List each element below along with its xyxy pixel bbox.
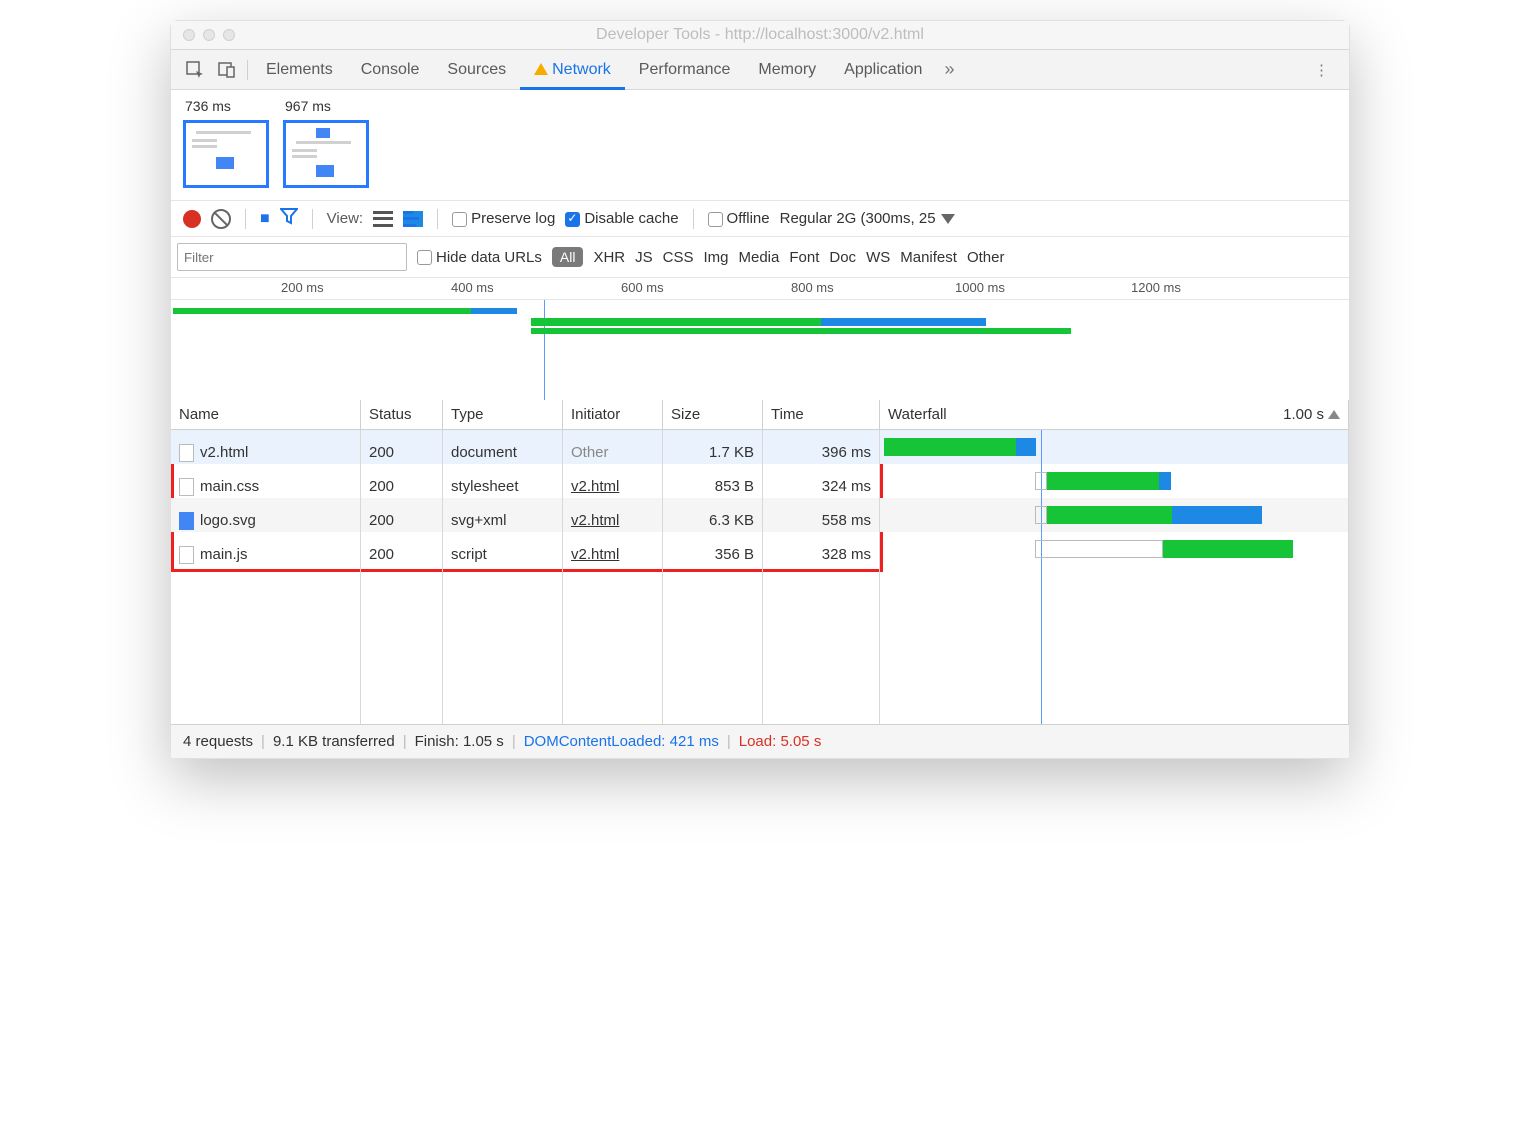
- filmstrip-thumbnail: [283, 120, 369, 188]
- document-icon: [179, 478, 194, 496]
- inspect-element-icon[interactable]: [183, 58, 207, 82]
- overview-bar: [821, 318, 986, 326]
- initiator-link[interactable]: v2.html: [571, 546, 619, 563]
- initiator-link[interactable]: v2.html: [571, 478, 619, 495]
- column-time[interactable]: Time: [763, 400, 880, 429]
- overview-bar: [791, 328, 1071, 334]
- filter-type-all[interactable]: All: [552, 247, 584, 267]
- preserve-log-checkbox[interactable]: Preserve log: [452, 210, 555, 227]
- column-type[interactable]: Type: [443, 400, 563, 429]
- document-icon: [179, 444, 194, 462]
- column-name[interactable]: Name: [171, 400, 361, 429]
- filmstrip-frame[interactable]: 967 ms: [283, 98, 369, 188]
- table-header: Name Status Type Initiator Size Time Wat…: [171, 400, 1349, 430]
- filter-type-xhr[interactable]: XHR: [593, 249, 625, 266]
- waterfall-cell: [880, 498, 1349, 532]
- throttling-select[interactable]: Regular 2G (300ms, 25: [780, 210, 955, 227]
- initiator-link[interactable]: v2.html: [571, 512, 619, 529]
- filmstrip-timestamp: 967 ms: [283, 98, 369, 114]
- table-body: v2.html 200 document Other 1.7 KB 396 ms…: [171, 430, 1349, 724]
- sort-asc-icon: [1328, 410, 1340, 419]
- overview-bar: [531, 328, 791, 334]
- tab-memory[interactable]: Memory: [744, 50, 830, 90]
- tab-console[interactable]: Console: [347, 50, 434, 90]
- waterfall-cell: [880, 532, 1349, 566]
- waterfall-cell: [880, 430, 1349, 464]
- status-transferred: 9.1 KB transferred: [273, 733, 395, 750]
- filter-type-doc[interactable]: Doc: [829, 249, 856, 266]
- tab-elements[interactable]: Elements: [252, 50, 347, 90]
- table-row[interactable]: v2.html 200 document Other 1.7 KB 396 ms: [171, 430, 1349, 464]
- filter-toggle-icon[interactable]: [280, 207, 298, 230]
- status-finish: Finish: 1.05 s: [415, 733, 504, 750]
- filter-type-media[interactable]: Media: [739, 249, 780, 266]
- clear-button[interactable]: [211, 209, 231, 229]
- filter-type-other[interactable]: Other: [967, 249, 1005, 266]
- filmstrip-frame[interactable]: 736 ms: [183, 98, 269, 188]
- timeline-ruler: 200 ms 400 ms 600 ms 800 ms 1000 ms 1200…: [171, 278, 1349, 300]
- network-table: Name Status Type Initiator Size Time Wat…: [171, 400, 1349, 724]
- filter-type-js[interactable]: JS: [635, 249, 653, 266]
- record-button[interactable]: [183, 210, 201, 228]
- capture-screenshots-icon[interactable]: ■: [260, 210, 270, 228]
- view-label: View:: [327, 210, 363, 227]
- tab-performance[interactable]: Performance: [625, 50, 745, 90]
- tab-sources[interactable]: Sources: [433, 50, 520, 90]
- device-toolbar-icon[interactable]: [215, 58, 239, 82]
- network-toolbar: ■ View: Preserve log Disable cache Offli…: [171, 201, 1349, 237]
- filmstrip-thumbnail: [183, 120, 269, 188]
- waterfall-max-label: 1.00 s: [1283, 406, 1324, 423]
- table-empty-area: [171, 566, 1349, 724]
- dropdown-icon: [941, 214, 955, 224]
- filter-bar: Hide data URLs All XHR JS CSS Img Media …: [171, 237, 1349, 278]
- filter-type-manifest[interactable]: Manifest: [900, 249, 957, 266]
- filter-type-img[interactable]: Img: [703, 249, 728, 266]
- filter-type-ws[interactable]: WS: [866, 249, 890, 266]
- table-row[interactable]: main.css 200 stylesheet v2.html 853 B 32…: [171, 464, 1349, 498]
- filter-type-css[interactable]: CSS: [663, 249, 694, 266]
- offline-checkbox[interactable]: Offline: [708, 210, 770, 227]
- disable-cache-checkbox[interactable]: Disable cache: [565, 210, 678, 227]
- filter-type-font[interactable]: Font: [789, 249, 819, 266]
- warning-icon: [534, 63, 548, 75]
- window-titlebar: Developer Tools - http://localhost:3000/…: [171, 21, 1349, 50]
- filter-input[interactable]: [177, 243, 407, 271]
- overview-bar: [531, 318, 821, 326]
- status-bar: 4 requests| 9.1 KB transferred| Finish: …: [171, 724, 1349, 758]
- column-size[interactable]: Size: [663, 400, 763, 429]
- document-icon: [179, 546, 194, 564]
- table-row[interactable]: main.js 200 script v2.html 356 B 328 ms: [171, 532, 1349, 566]
- column-waterfall[interactable]: Waterfall 1.00 s: [880, 400, 1349, 429]
- domcontentloaded-marker: [544, 300, 545, 400]
- tabs-overflow-icon[interactable]: »: [936, 59, 962, 80]
- hide-data-urls-checkbox[interactable]: Hide data URLs: [417, 249, 542, 266]
- window-title: Developer Tools - http://localhost:3000/…: [171, 26, 1349, 44]
- devtools-menu-icon[interactable]: ⋮: [1302, 61, 1341, 79]
- image-icon: [179, 512, 194, 530]
- table-row[interactable]: logo.svg 200 svg+xml v2.html 6.3 KB 558 …: [171, 498, 1349, 532]
- status-domcontentloaded: DOMContentLoaded: 421 ms: [524, 733, 719, 750]
- waterfall-cell: [880, 464, 1349, 498]
- overview-bar: [471, 308, 517, 314]
- status-requests: 4 requests: [183, 733, 253, 750]
- waterfall-view-icon[interactable]: [403, 211, 423, 227]
- status-load: Load: 5.05 s: [739, 733, 822, 750]
- column-status[interactable]: Status: [361, 400, 443, 429]
- devtools-tabs: Elements Console Sources Network Perform…: [171, 50, 1349, 90]
- large-rows-icon[interactable]: [373, 211, 393, 227]
- timeline-overview[interactable]: 200 ms 400 ms 600 ms 800 ms 1000 ms 1200…: [171, 278, 1349, 400]
- tab-network[interactable]: Network: [520, 50, 625, 90]
- tab-application[interactable]: Application: [830, 50, 936, 90]
- overview-bar: [173, 308, 471, 314]
- filmstrip: 736 ms 967 ms: [171, 90, 1349, 201]
- filmstrip-timestamp: 736 ms: [183, 98, 269, 114]
- column-initiator[interactable]: Initiator: [563, 400, 663, 429]
